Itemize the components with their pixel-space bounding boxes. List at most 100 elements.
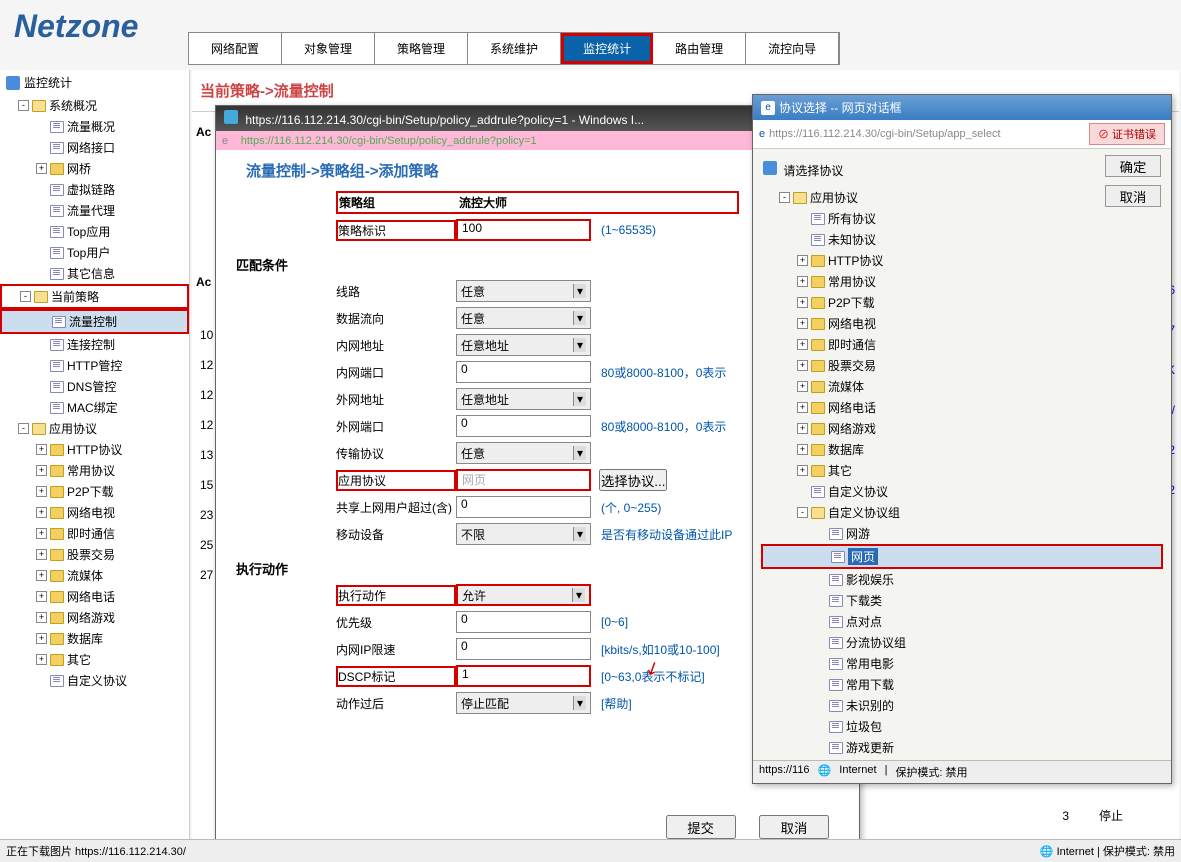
tree-item[interactable]: +即时通信 (761, 334, 1163, 355)
expand-toggle[interactable]: - (20, 291, 31, 302)
expand-toggle[interactable]: + (797, 339, 808, 350)
tree-item[interactable]: +P2P下载 (0, 481, 189, 502)
tree-item[interactable]: Top应用 (0, 221, 189, 242)
expand-toggle[interactable]: + (36, 654, 47, 665)
tree-item[interactable]: +数据库 (0, 628, 189, 649)
input-field[interactable]: 1 (456, 665, 591, 687)
expand-toggle[interactable]: + (797, 360, 808, 371)
tree-item[interactable]: MAC绑定 (0, 397, 189, 418)
tree-item[interactable]: -当前策略 (2, 286, 187, 307)
tree-item[interactable]: DNS管控 (0, 376, 189, 397)
submit-button[interactable]: 提交 (666, 815, 736, 839)
input-field[interactable]: 0 (456, 415, 591, 437)
expand-toggle[interactable]: + (36, 465, 47, 476)
input-field[interactable]: 100 (456, 219, 591, 241)
tree-item[interactable]: 自定义协议 (761, 481, 1163, 502)
tab-1[interactable]: 对象管理 (282, 33, 375, 64)
tree-item[interactable]: +股票交易 (0, 544, 189, 565)
expand-toggle[interactable]: + (36, 163, 47, 174)
tree-item[interactable]: +网络电视 (761, 313, 1163, 334)
select-field[interactable]: 允许 (456, 584, 591, 606)
tree-root[interactable]: 监控统计 (0, 70, 189, 95)
expand-toggle[interactable]: + (797, 402, 808, 413)
expand-toggle[interactable]: + (36, 549, 47, 560)
expand-toggle[interactable]: + (36, 591, 47, 602)
select-field[interactable]: 任意 (456, 280, 591, 302)
tree-item[interactable]: -系统概况 (0, 95, 189, 116)
cert-error-badge[interactable]: ⊘ 证书错误 (1089, 123, 1165, 145)
tree-item[interactable]: 网络接口 (0, 137, 189, 158)
tree-item[interactable]: 影视娱乐 (761, 569, 1163, 590)
tree-item[interactable]: 流量控制 (2, 311, 187, 332)
tree-item[interactable]: 连接控制 (0, 334, 189, 355)
expand-toggle[interactable]: + (36, 507, 47, 518)
select-field[interactable]: 任意 (456, 307, 591, 329)
tab-6[interactable]: 流控向导 (746, 33, 839, 64)
tree-item[interactable]: +HTTP协议 (761, 250, 1163, 271)
expand-toggle[interactable]: + (797, 297, 808, 308)
tree-item[interactable]: 点对点 (761, 611, 1163, 632)
tree-item[interactable]: HTTP管控 (0, 355, 189, 376)
input-field[interactable]: 0 (456, 611, 591, 633)
ok-button[interactable]: 确定 (1105, 155, 1161, 177)
tree-item[interactable]: +股票交易 (761, 355, 1163, 376)
tree-item[interactable]: 分流协议组 (761, 632, 1163, 653)
tree-item[interactable]: +流媒体 (761, 376, 1163, 397)
tree-item[interactable]: +数据库 (761, 439, 1163, 460)
tree-item[interactable]: Top用户 (0, 242, 189, 263)
tree-item[interactable]: +网络游戏 (761, 418, 1163, 439)
input-field[interactable]: 网页 (456, 469, 591, 491)
tree-item[interactable]: 其它信息 (0, 263, 189, 284)
expand-toggle[interactable]: + (36, 444, 47, 455)
tree-item[interactable]: 垃圾包 (761, 716, 1163, 737)
tree-item[interactable]: 常用电影 (761, 653, 1163, 674)
input-field[interactable]: 0 (456, 361, 591, 383)
tab-5[interactable]: 路由管理 (653, 33, 746, 64)
select-field[interactable]: 不限 (456, 523, 591, 545)
tree-item[interactable]: 流量概况 (0, 116, 189, 137)
tree-item[interactable]: 自定义协议 (0, 670, 189, 691)
tab-3[interactable]: 系统维护 (468, 33, 561, 64)
expand-toggle[interactable]: + (797, 444, 808, 455)
address-bar[interactable]: e https://116.112.214.30/cgi-bin/Setup/a… (753, 120, 1171, 149)
cancel-button[interactable]: 取消 (759, 815, 829, 839)
tree-item[interactable]: -应用协议 (0, 418, 189, 439)
expand-toggle[interactable]: + (797, 318, 808, 329)
expand-toggle[interactable]: + (797, 465, 808, 476)
expand-toggle[interactable]: + (36, 612, 47, 623)
cancel-button[interactable]: 取消 (1105, 185, 1161, 207)
tree-item[interactable]: +其它 (0, 649, 189, 670)
tree-item[interactable]: +即时通信 (0, 523, 189, 544)
expand-toggle[interactable]: - (797, 507, 808, 518)
tree-item[interactable]: +网络游戏 (0, 607, 189, 628)
tree-item[interactable]: 虚拟链路 (0, 179, 189, 200)
tree-item[interactable]: +常用协议 (761, 271, 1163, 292)
expand-toggle[interactable]: - (779, 192, 790, 203)
tree-item[interactable]: 流量代理 (0, 200, 189, 221)
select-field[interactable]: 任意地址 (456, 334, 591, 356)
tab-2[interactable]: 策略管理 (375, 33, 468, 64)
expand-toggle[interactable]: + (797, 255, 808, 266)
tree-item[interactable]: 所有协议 (761, 208, 1163, 229)
expand-toggle[interactable]: + (36, 633, 47, 644)
tree-item[interactable]: 常用下载 (761, 674, 1163, 695)
tree-item[interactable]: +P2P下载 (761, 292, 1163, 313)
expand-toggle[interactable]: + (36, 528, 47, 539)
tree-item[interactable]: +网络电视 (0, 502, 189, 523)
expand-toggle[interactable]: - (18, 423, 29, 434)
expand-toggle[interactable]: + (797, 423, 808, 434)
expand-toggle[interactable]: + (36, 570, 47, 581)
tree-item[interactable]: -应用协议 (761, 187, 1163, 208)
expand-toggle[interactable]: + (36, 486, 47, 497)
tree-item[interactable]: +其它 (761, 460, 1163, 481)
tree-item[interactable]: 游戏更新 (761, 737, 1163, 758)
tree-item[interactable]: 网页 (763, 546, 1161, 567)
expand-toggle[interactable]: + (797, 381, 808, 392)
select-protocol-button[interactable]: 选择协议... (599, 469, 667, 491)
select-field[interactable]: 任意地址 (456, 388, 591, 410)
expand-toggle[interactable]: + (797, 276, 808, 287)
tree-item[interactable]: +网络电话 (0, 586, 189, 607)
tree-item[interactable]: +网络电话 (761, 397, 1163, 418)
tab-0[interactable]: 网络配置 (189, 33, 282, 64)
select-field[interactable]: 停止匹配 (456, 692, 591, 714)
